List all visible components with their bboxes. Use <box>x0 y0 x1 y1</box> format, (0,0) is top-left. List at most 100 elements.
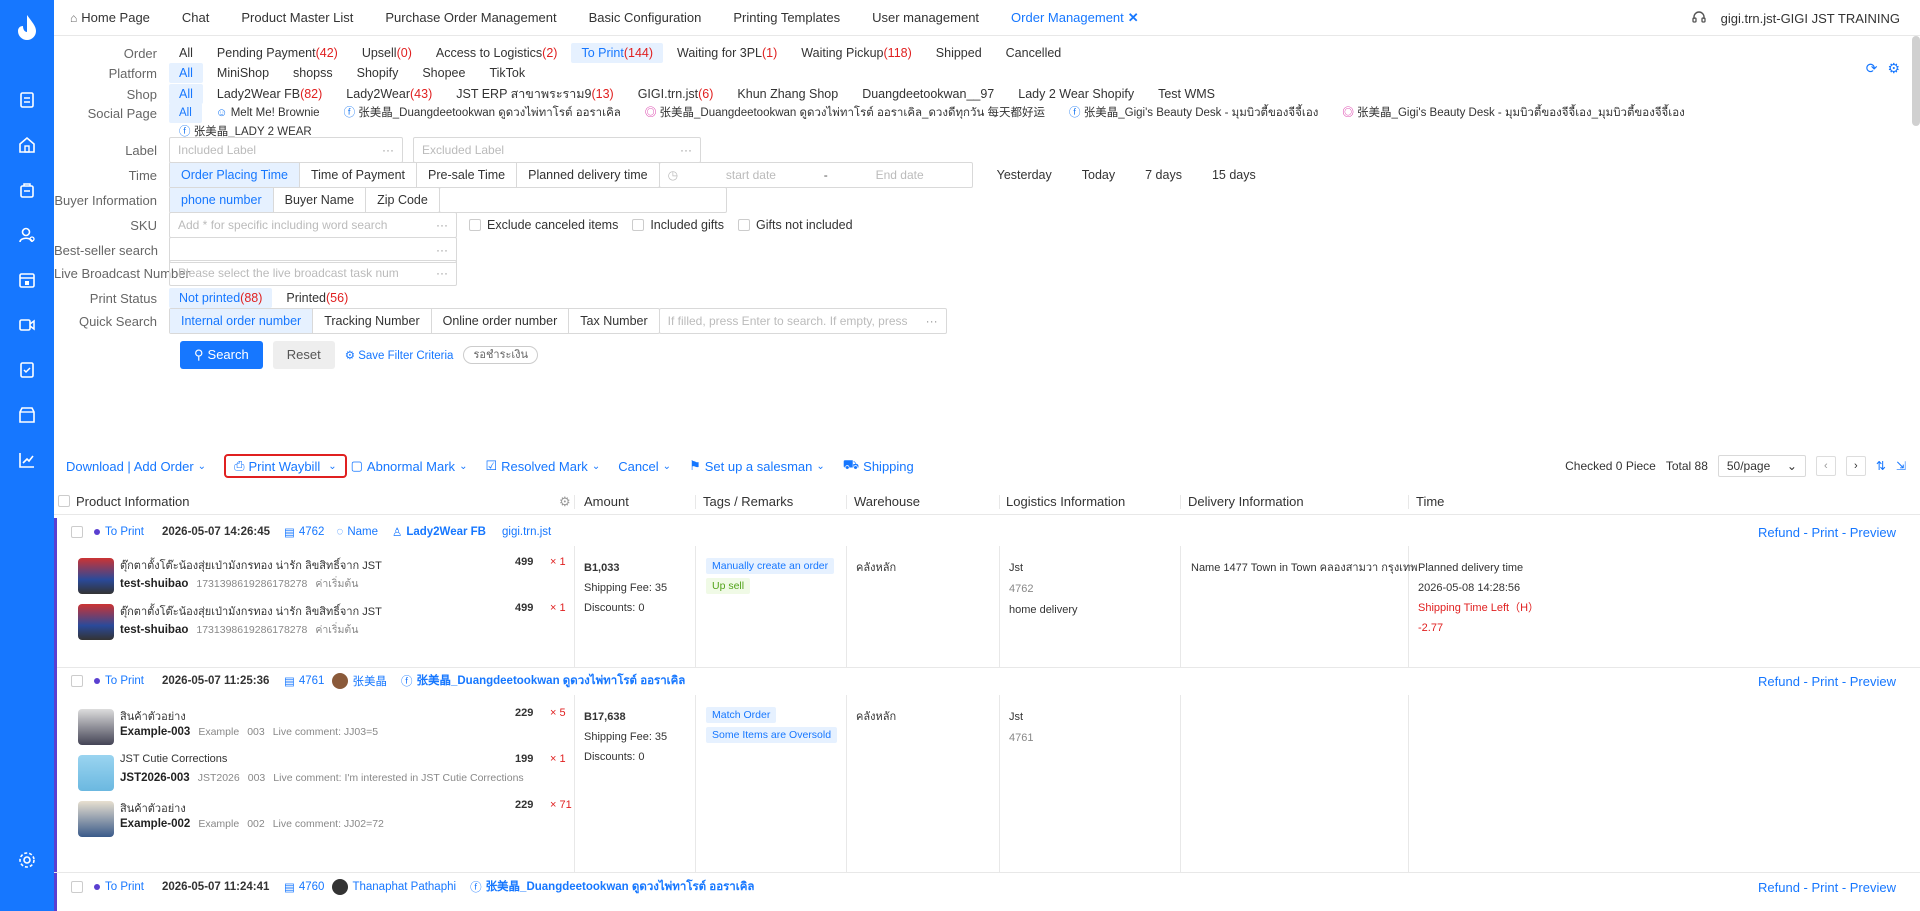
gear-icon[interactable] <box>15 848 39 872</box>
time-type-option[interactable]: Planned delivery time <box>517 163 659 187</box>
row-checkbox[interactable] <box>71 526 83 538</box>
order-id-link[interactable]: ▤ 4761 张美晶 ⓕ 张美晶_Duangdeetookwan ดูดวงไพ่ทา… <box>284 672 685 690</box>
set-salesman-button[interactable]: ⚑ Set up a salesman ⌄ <box>689 458 825 474</box>
print-status-option[interactable]: Not printed(88) <box>169 288 273 308</box>
shop-option[interactable]: Lady2Wear FB(82) <box>207 84 332 104</box>
more-icon[interactable]: ··· <box>436 218 448 232</box>
order-status-option[interactable]: Cancelled <box>996 43 1072 63</box>
more-icon[interactable]: ··· <box>926 314 938 328</box>
order-id-link[interactable]: ▤ 4760 Thanaphat Pathaphi ⓕ 张美晶_Duangdeetoo… <box>284 878 754 896</box>
select-all-checkbox[interactable] <box>58 495 70 507</box>
included-label-input[interactable]: Included Label ··· <box>169 137 403 163</box>
shop-option[interactable]: JST ERP สาขาพระราม9(13) <box>446 84 623 104</box>
tab-home-page[interactable]: ⌂ Home Page <box>54 0 166 36</box>
quick-search-input[interactable]: If filled, press Enter to search. If emp… <box>658 308 947 334</box>
order-status-option[interactable]: To Print(144) <box>571 43 664 63</box>
checkbox-box[interactable] <box>632 219 645 231</box>
bag-icon[interactable] <box>15 178 39 202</box>
quick-date-option[interactable]: Today <box>1072 165 1125 185</box>
social-page-option[interactable]: ⓕ 张美晶_Gigi's Beauty Desk - มุมบิวตี้ของจ… <box>1059 103 1328 123</box>
sku-checkbox[interactable]: Included gifts <box>632 218 724 232</box>
order-status-option[interactable]: Access to Logistics(2) <box>426 43 568 63</box>
order-row[interactable]: To Print 2026-05-07 11:25:36 ▤ 4761 张美晶 ⓕ 张… <box>54 667 1920 873</box>
platform-option[interactable]: TikTok <box>479 63 535 83</box>
next-page-button[interactable]: › <box>1845 456 1866 476</box>
settings-icon[interactable]: ⚙ <box>559 488 571 515</box>
more-icon[interactable]: ··· <box>382 143 394 157</box>
tab-user-management[interactable]: User management <box>856 0 995 36</box>
buyer-field-option[interactable]: Buyer Name <box>274 188 367 212</box>
scrollbar[interactable] <box>1912 36 1920 126</box>
buyer-field-option[interactable]: Zip Code <box>366 188 439 212</box>
shop-option[interactable]: All <box>169 84 203 104</box>
time-type-option[interactable]: Order Placing Time <box>170 163 300 187</box>
excluded-label-input[interactable]: Excluded Label ··· <box>413 137 701 163</box>
prev-page-button[interactable]: ‹ <box>1815 456 1836 476</box>
tab-order-management[interactable]: Order Management ✕ <box>995 0 1155 36</box>
quick-search-option[interactable]: Tracking Number <box>313 309 432 333</box>
cancel-button[interactable]: Cancel ⌄ <box>618 459 671 474</box>
quick-search-option[interactable]: Online order number <box>432 309 570 333</box>
refresh-icon[interactable]: ⟳ <box>1866 60 1878 77</box>
close-icon[interactable]: ✕ <box>1128 0 1139 36</box>
quick-date-option[interactable]: 7 days <box>1135 165 1192 185</box>
shop-option[interactable]: Lady 2 Wear Shopify <box>1008 84 1144 104</box>
saved-filter-pill[interactable]: รอชำระเงิน <box>463 346 539 364</box>
print-status-option[interactable]: Printed(56) <box>276 288 358 308</box>
chart-icon[interactable] <box>15 448 39 472</box>
checkbox-box[interactable] <box>738 219 750 231</box>
order-actions[interactable]: Refund - Print - Preview <box>1758 674 1896 689</box>
end-date[interactable]: End date <box>876 168 924 182</box>
platform-option[interactable]: Shopify <box>347 63 409 83</box>
social-page-option[interactable]: All <box>169 103 202 123</box>
tab-purchase-order-management[interactable]: Purchase Order Management <box>369 0 572 36</box>
shop-option[interactable]: Duangdeetookwan__97 <box>852 84 1004 104</box>
more-icon[interactable]: ··· <box>436 243 448 257</box>
order-status-option[interactable]: Waiting Pickup(118) <box>791 43 921 63</box>
date-range-input[interactable]: ◷ start date - End date <box>658 162 973 188</box>
order-actions[interactable]: Refund - Print - Preview <box>1758 880 1896 895</box>
order-status-option[interactable]: Waiting for 3PL(1) <box>667 43 787 63</box>
order-status-option[interactable]: Pending Payment(42) <box>207 43 348 63</box>
print-waybill-button[interactable]: ⎙ Print Waybill ⌄ <box>224 454 347 478</box>
shop-icon[interactable] <box>15 403 39 427</box>
save-filter-link[interactable]: ⚙ Save Filter Criteria <box>345 348 454 362</box>
abnormal-mark-button[interactable]: ▢ Abnormal Mark ⌄ <box>351 458 468 474</box>
order-status-option[interactable]: All <box>169 43 203 63</box>
shop-option[interactable]: Khun Zhang Shop <box>727 84 848 104</box>
home-icon[interactable] <box>15 133 39 157</box>
order-id-link[interactable]: ▤ 4762 ◌ Name ♙ Lady2Wear FB gigi.trn.jst <box>284 525 551 539</box>
user-settings-icon[interactable] <box>15 223 39 247</box>
platform-option[interactable]: shopss <box>283 63 343 83</box>
shipping-button[interactable]: ⛟ Shipping <box>843 457 914 475</box>
row-checkbox[interactable] <box>71 675 83 687</box>
time-type-option[interactable]: Time of Payment <box>300 163 417 187</box>
order-row[interactable]: To Print 2026-05-07 11:24:41 ▤ 4760 Thanap… <box>54 873 1920 911</box>
shop-option[interactable]: Test WMS <box>1148 84 1225 104</box>
order-row[interactable]: To Print 2026-05-07 14:26:45 ▤ 4762 ◌ Name … <box>54 518 1920 668</box>
product-name[interactable]: JST Cutie Corrections <box>120 753 227 765</box>
sku-checkbox[interactable]: Gifts not included <box>738 218 853 232</box>
more-icon[interactable]: ··· <box>680 143 692 157</box>
tab-product-master-list[interactable]: Product Master List <box>225 0 369 36</box>
search-button[interactable]: ⚲ Search <box>180 341 263 369</box>
social-page-option[interactable]: ◎ 张美晶_Duangdeetookwan ดูดวงไพ่ทาโรต์ ออร… <box>635 103 1055 123</box>
video-icon[interactable] <box>15 313 39 337</box>
social-page-option[interactable]: ◎ 张美晶_Gigi's Beauty Desk - มุมบิวตี้ของจ… <box>1332 103 1694 123</box>
orders-icon[interactable] <box>15 88 39 112</box>
page-size-select[interactable]: 50/page ⌄ <box>1717 455 1806 477</box>
quick-search-option[interactable]: Internal order number <box>170 309 314 333</box>
sort-icon[interactable]: ⇅ <box>1876 459 1886 473</box>
platform-option[interactable]: Shopee <box>412 63 475 83</box>
checkbox-box[interactable] <box>469 219 481 231</box>
resolved-mark-button[interactable]: ☑ Resolved Mark ⌄ <box>485 458 600 474</box>
product-name[interactable]: สินค้าตัวอย่าง <box>120 799 186 817</box>
export-icon[interactable]: ⇲ <box>1896 459 1906 473</box>
tab-printing-templates[interactable]: Printing Templates <box>717 0 856 36</box>
more-icon[interactable]: ··· <box>436 266 448 280</box>
download-add-order-button[interactable]: Download | Add Order ⌄ <box>66 459 206 474</box>
report-icon[interactable] <box>15 358 39 382</box>
settings-icon[interactable]: ⚙ <box>1887 60 1900 77</box>
order-status-option[interactable]: Shipped <box>926 43 992 63</box>
shop-option[interactable]: Lady2Wear(43) <box>336 84 442 104</box>
